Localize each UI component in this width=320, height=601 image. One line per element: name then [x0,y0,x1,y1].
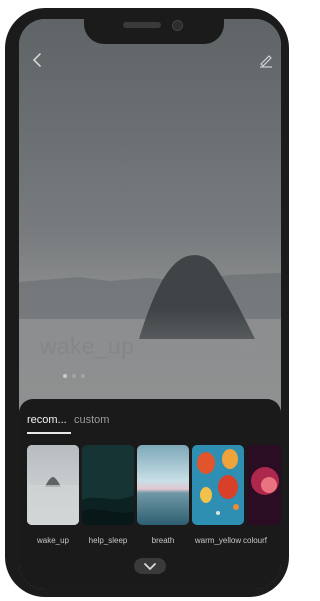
theme-label-wake-up: wake_up [36,536,70,545]
back-arrow-icon[interactable] [30,52,46,68]
chevron-down-icon [144,563,156,571]
carousel-dot[interactable] [81,374,85,378]
theme-thumbnail-help-sleep[interactable] [82,445,134,525]
wallpaper-title: wake_up [40,333,135,359]
theme-thumbnail-colourful[interactable] [247,445,281,525]
theme-label-warm-yellow: warm_yellow [194,536,242,545]
collapse-button[interactable] [134,558,166,574]
theme-thumbnail-breath[interactable] [137,445,189,525]
theme-label-breath: breath [151,536,175,545]
tab-recommended[interactable]: recom... [27,414,67,426]
theme-label-help-sleep: help_sleep [88,536,128,545]
front-camera [172,20,183,31]
carousel-dot[interactable] [72,374,76,378]
pencil-icon[interactable] [258,52,274,68]
theme-thumbnail-wake-up[interactable] [27,445,79,525]
carousel-dot[interactable] [63,374,67,378]
tab-active-indicator [27,432,71,434]
tab-custom[interactable]: custom [74,414,109,426]
phone-notch [84,16,224,44]
carousel-dots [63,374,85,378]
menu-icon[interactable] [242,341,256,353]
theme-thumbnail-warm-yellow[interactable] [192,445,244,525]
speaker [123,22,161,28]
theme-label-colourful: colourf [243,536,268,545]
